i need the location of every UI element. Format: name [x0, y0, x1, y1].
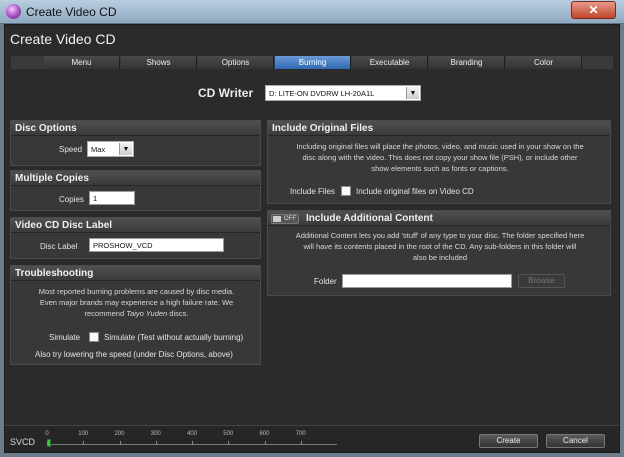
chevron-down-icon: ▼ [406, 87, 419, 99]
disc-capacity-meter: 0 100 200 300 400 500 600 700 [45, 431, 337, 449]
disc-options-panel: Disc Options Speed Max ▼ [10, 120, 261, 166]
tab-menu[interactable]: Menu [44, 56, 120, 69]
tab-options[interactable]: Options [198, 56, 274, 69]
toggle-state: OFF [284, 216, 296, 222]
disc-label-label: Disc Label [40, 242, 78, 251]
disc-label-title: Video CD Disc Label [11, 218, 260, 233]
tab-branding[interactable]: Branding [429, 56, 505, 69]
disc-label-panel: Video CD Disc Label Disc Label PROSHOW_V… [10, 217, 261, 259]
tab-burning[interactable]: Burning [275, 56, 351, 69]
speed-value: Max [91, 145, 106, 154]
recommended-brand: Taiyo Yuden [126, 309, 168, 318]
multiple-copies-title: Multiple Copies [11, 171, 260, 186]
capacity-tick [192, 441, 193, 445]
lower-speed-note: Also try lowering the speed (under Disc … [35, 350, 233, 359]
include-files-label: Include Files [290, 187, 335, 196]
cd-writer-label: CD Writer [198, 86, 254, 100]
tab-executable[interactable]: Executable [352, 56, 428, 69]
title-bar: Create Video CD ✕ [0, 0, 624, 24]
speed-select[interactable]: Max ▼ [87, 141, 134, 157]
copies-label: Copies [59, 195, 84, 204]
include-original-line-3: show elements such as fonts or captions. [371, 164, 509, 173]
toggle-knob [273, 216, 281, 222]
capacity-tick [264, 441, 266, 445]
capacity-tick-label: 500 [223, 431, 234, 437]
include-original-title: Include Original Files [268, 121, 610, 136]
multiple-copies-panel: Multiple Copies Copies 1 [10, 170, 261, 211]
capacity-tick [300, 441, 302, 445]
capacity-tick [83, 441, 85, 445]
capacity-tick-label: 300 [150, 431, 161, 437]
additional-content-line-3: also be included [412, 253, 468, 262]
additional-content-toggle[interactable]: OFF [271, 214, 299, 224]
include-original-panel: Include Original Files Including origina… [267, 120, 611, 204]
disc-options-title: Disc Options [11, 121, 260, 136]
capacity-tick-label: 600 [259, 431, 270, 437]
troubleshooting-line-1: Most reported burning problems are cause… [38, 287, 235, 296]
capacity-tick [228, 441, 230, 445]
simulate-checkbox-label[interactable]: Simulate (Test without actually burning) [104, 333, 243, 342]
footer-bar: SVCD 0 100 200 300 400 500 600 700 Create Cance… [5, 425, 619, 452]
troubleshooting-title: Troubleshooting [11, 266, 260, 281]
browse-button[interactable]: Browse [518, 274, 565, 288]
recommend-text: recommend [84, 309, 127, 318]
simulate-checkbox[interactable] [89, 332, 99, 342]
cd-writer-select[interactable]: D: LITE-ON DVDRW LH-20A1L ▼ [265, 85, 421, 101]
page-title: Create Video CD [10, 31, 116, 47]
include-files-checkbox-label[interactable]: Include original files on Video CD [356, 187, 474, 196]
troubleshooting-line-3: recommend Taiyo Yuden discs. [15, 308, 258, 319]
tab-bar: Menu Shows Options Burning Executable Br… [11, 56, 613, 69]
proshow-app-icon [6, 4, 21, 19]
window-title: Create Video CD [26, 5, 117, 19]
capacity-tick-label: 700 [295, 431, 306, 437]
capacity-tick-label: 0 [45, 431, 49, 437]
svcd-label: SVCD [10, 437, 36, 447]
simulate-label: Simulate [49, 333, 81, 342]
chevron-down-icon: ▼ [119, 143, 132, 155]
include-files-checkbox[interactable] [341, 186, 351, 196]
additional-content-line-1: Additional Content lets you add 'stuff' … [295, 231, 585, 240]
folder-label: Folder [314, 277, 337, 286]
speed-label: Speed [59, 145, 83, 154]
tab-color[interactable]: Color [506, 56, 582, 69]
include-original-line-2: disc along with the video. This does not… [302, 153, 578, 162]
capacity-tick-label: 100 [78, 431, 89, 437]
dialog-body: Create Video CD Menu Shows Options Burni… [4, 24, 620, 453]
additional-content-title: Include Additional Content [268, 211, 610, 226]
recommend-suffix: discs. [167, 309, 189, 318]
copies-input[interactable]: 1 [89, 191, 135, 205]
tab-shows[interactable]: Shows [121, 56, 197, 69]
troubleshooting-panel: Troubleshooting Most reported burning pr… [10, 265, 261, 365]
disc-label-input[interactable]: PROSHOW_VCD [89, 238, 224, 252]
troubleshooting-line-2: Even major brands may experience a high … [39, 298, 234, 307]
window-close-button[interactable]: ✕ [571, 1, 616, 19]
cancel-button[interactable]: Cancel [546, 434, 605, 448]
folder-input[interactable] [342, 274, 512, 288]
capacity-tick [47, 441, 48, 445]
create-button[interactable]: Create [479, 434, 538, 448]
additional-content-line-2: will have its contents placed in the roo… [303, 242, 577, 251]
capacity-tick-label: 200 [114, 431, 125, 437]
capacity-tick-label: 400 [186, 431, 198, 437]
cd-writer-value: D: LITE-ON DVDRW LH-20A1L [269, 89, 375, 98]
capacity-tick [119, 441, 121, 445]
additional-content-panel: Include Additional Content OFF Additiona… [267, 210, 611, 296]
include-original-line-1: Including original files will place the … [296, 142, 584, 151]
capacity-tick [155, 441, 157, 445]
